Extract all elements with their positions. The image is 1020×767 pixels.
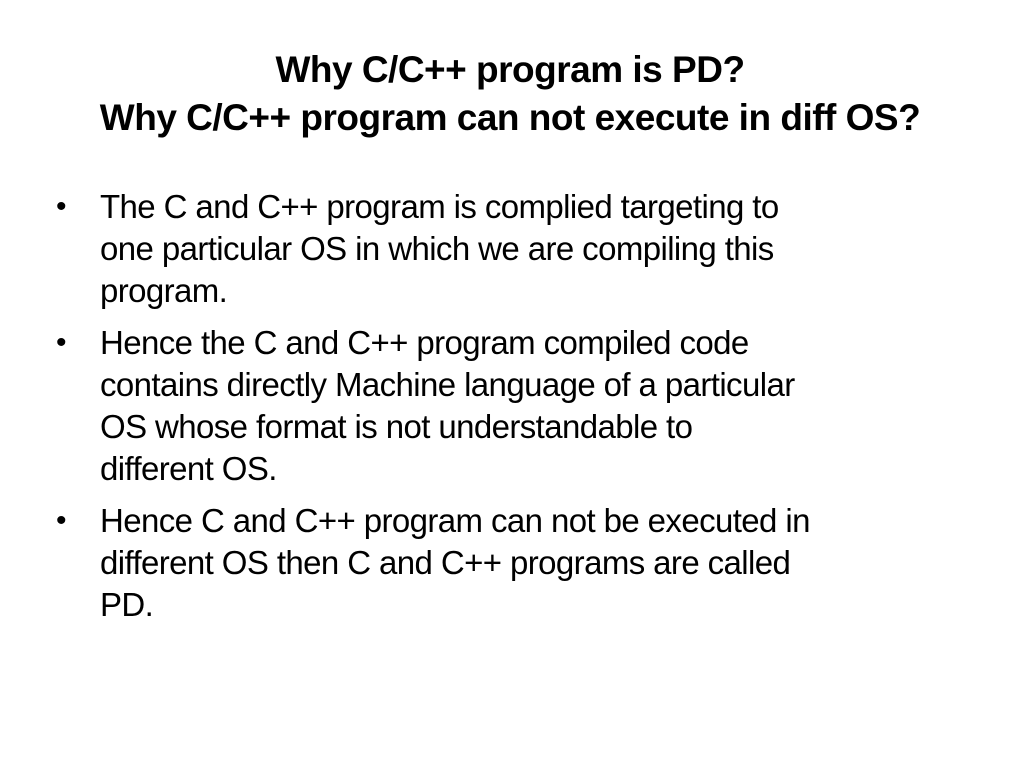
- bullet-icon: •: [56, 190, 67, 223]
- bullet-item-2: • Hence the C and C++ program compiled c…: [56, 322, 976, 490]
- title-line-1: Why C/C++ program is PD?: [275, 49, 745, 90]
- bullet-2-line-1: Hence the C and C++ program compiled cod…: [100, 324, 749, 361]
- bullet-text-2: Hence the C and C++ program compiled cod…: [100, 322, 976, 490]
- slide: Why C/C++ program is PD? Why C/C++ progr…: [0, 0, 1020, 767]
- bullet-2-line-4: different OS.: [100, 450, 277, 487]
- bullet-1-line-2: one particular OS in which we are compil…: [100, 230, 774, 267]
- bullet-2-line-2: contains directly Machine language of a …: [100, 366, 795, 403]
- bullet-3-line-2: different OS then C and C++ programs are…: [100, 544, 791, 581]
- bullet-item-3: • Hence C and C++ program can not be exe…: [56, 500, 976, 626]
- bullet-text-1: The C and C++ program is complied target…: [100, 186, 976, 312]
- bullet-text-3: Hence C and C++ program can not be execu…: [100, 500, 976, 626]
- bullet-1-line-3: program.: [100, 272, 228, 309]
- bullet-1-line-1: The C and C++ program is complied target…: [100, 188, 779, 225]
- bullet-3-line-3: PD.: [100, 586, 154, 623]
- slide-title: Why C/C++ program is PD? Why C/C++ progr…: [40, 46, 980, 142]
- bullet-2-line-3: OS whose format is not understandable to: [100, 408, 693, 445]
- bullet-item-1: • The C and C++ program is complied targ…: [56, 186, 976, 312]
- bullet-icon: •: [56, 326, 67, 359]
- bullet-list: • The C and C++ program is complied targ…: [56, 186, 976, 636]
- bullet-3-line-1: Hence C and C++ program can not be execu…: [100, 502, 810, 539]
- bullet-icon: •: [56, 504, 67, 537]
- title-line-2: Why C/C++ program can not execute in dif…: [99, 97, 921, 138]
